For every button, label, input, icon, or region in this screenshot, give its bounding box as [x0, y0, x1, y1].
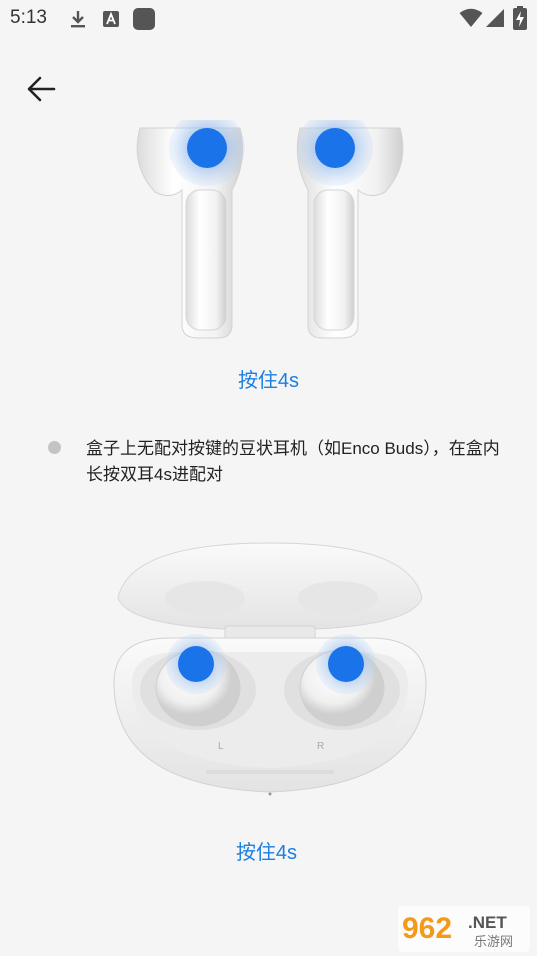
press-hold-caption-2: 按住4s [235, 842, 298, 864]
press-hold-caption-1: 按住4s [237, 370, 300, 392]
charging-case-illustration: L R [113, 542, 427, 796]
watermark-suffix: .NET [468, 913, 507, 932]
case-lid [117, 542, 423, 631]
stem-earbuds-illustration [136, 120, 404, 339]
cellular-signal-icon [486, 9, 504, 27]
watermark-number: 962 [402, 912, 452, 945]
battery-charging-icon [513, 6, 527, 30]
download-icon [71, 11, 85, 28]
app-square-icon [133, 8, 155, 30]
status-bar: 5:13 [0, 0, 537, 36]
left-case-press-indicator [178, 646, 214, 682]
left-press-indicator [187, 128, 227, 168]
watermark-site: 乐游网 [474, 935, 513, 950]
site-watermark-logo: 962 .NET 乐游网 [398, 906, 530, 952]
back-button[interactable] [20, 70, 64, 110]
back-arrow-icon [27, 76, 56, 102]
right-press-indicator [315, 128, 355, 168]
right-case-press-indicator [328, 646, 364, 682]
text-a-icon [103, 11, 119, 27]
instruction-text: 盒子上无配对按键的豆状耳机（如Enco Buds），在盒内长按双耳4s进配对 [86, 439, 500, 484]
bullet-dot [48, 441, 61, 454]
case-right-mark: R [317, 741, 324, 752]
case-left-mark: L [218, 741, 224, 752]
wifi-icon [459, 8, 483, 27]
status-time: 5:13 [10, 7, 47, 28]
